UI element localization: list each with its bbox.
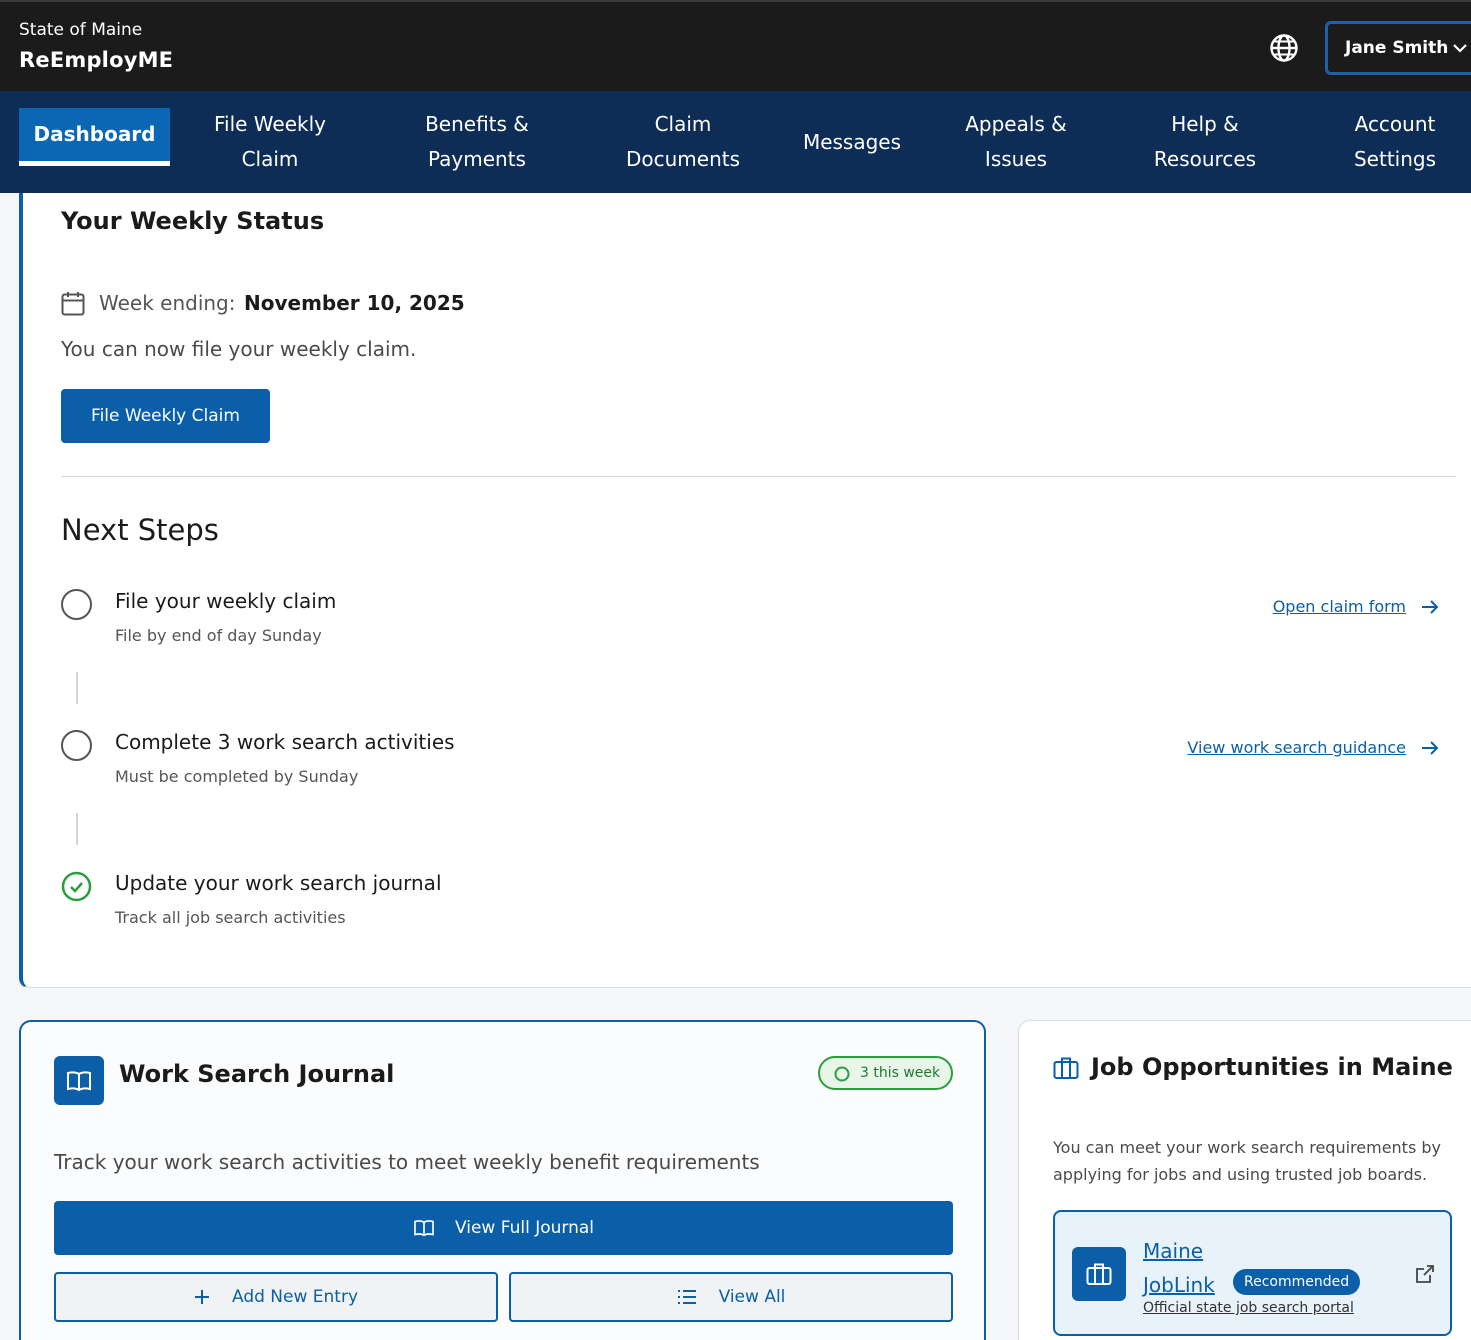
week-ending-date: November 10, 2025 <box>244 291 465 315</box>
add-new-entry-button[interactable]: Add New Entry <box>54 1272 498 1322</box>
globe-icon[interactable] <box>1268 32 1300 64</box>
chevron-down-icon <box>1453 44 1467 53</box>
step-subtitle: Must be completed by Sunday <box>115 767 359 786</box>
main-nav: Dashboard File Weekly Claim Benefits & P… <box>0 91 1471 193</box>
step-title: Update your work search journal <box>115 871 442 895</box>
nav-messages[interactable]: Messages <box>787 91 917 193</box>
step-title: File your weekly claim <box>115 589 337 613</box>
briefcase-icon <box>1072 1247 1126 1301</box>
calendar-icon <box>61 292 85 316</box>
book-icon <box>54 1056 104 1105</box>
top-header: State of Maine ReEmployME Jane Smith <box>0 0 1471 91</box>
view-full-journal-button[interactable]: View Full Journal <box>54 1201 953 1255</box>
nav-file-weekly-claim[interactable]: File Weekly Claim <box>190 91 350 193</box>
joblink-subtitle: Official state job search portal <box>1143 1300 1354 1316</box>
job-opportunities-card: Job Opportunities in Maine You can meet … <box>1018 1020 1471 1340</box>
step-pending-icon <box>61 730 92 761</box>
brand-state: State of Maine <box>19 20 143 40</box>
view-all-label: View All <box>718 1287 786 1307</box>
work-search-journal-card: Work Search Journal 3 this week Track yo… <box>19 1020 986 1340</box>
open-claim-form-link[interactable]: Open claim form <box>1203 597 1406 616</box>
job-opportunities-title: Job Opportunities in Maine <box>1091 1053 1453 1081</box>
step-subtitle: File by end of day Sunday <box>115 626 322 645</box>
book-icon <box>414 1220 434 1237</box>
file-weekly-claim-button[interactable]: File Weekly Claim <box>61 389 270 443</box>
nav-appeals-issues[interactable]: Appeals & Issues <box>936 91 1096 193</box>
weekly-count-text: 3 this week <box>860 1065 941 1081</box>
arrow-right-icon[interactable] <box>1421 599 1439 615</box>
journal-description: Track your work search activities to mee… <box>54 1150 760 1174</box>
weekly-status-card: Your Weekly Status Week ending: November… <box>19 193 1471 988</box>
view-full-journal-label: View Full Journal <box>454 1218 594 1238</box>
check-circle-icon <box>61 871 92 902</box>
weekly-count-badge: 3 this week <box>818 1056 953 1090</box>
week-ending-label: Week ending: <box>99 291 236 315</box>
step-connector <box>76 672 78 704</box>
journal-title: Work Search Journal <box>119 1060 395 1088</box>
recommended-badge: Recommended <box>1233 1269 1361 1295</box>
add-new-entry-label: Add New Entry <box>231 1287 359 1307</box>
next-steps-title: Next Steps <box>61 513 219 547</box>
user-name: Jane Smith <box>1345 38 1449 58</box>
briefcase-icon <box>1053 1057 1079 1079</box>
file-status-message: You can now file your weekly claim. <box>61 337 417 361</box>
arrow-right-icon[interactable] <box>1421 740 1439 756</box>
app-name[interactable]: ReEmployME <box>19 48 173 72</box>
nav-claim-documents[interactable]: Claim Documents <box>603 91 763 193</box>
nav-help-resources[interactable]: Help & Resources <box>1125 91 1285 193</box>
user-menu-button[interactable]: Jane Smith <box>1325 21 1471 75</box>
step-subtitle: Track all job search activities <box>115 908 346 927</box>
maine-joblink-link[interactable]: Maine JobLink <box>1143 1234 1233 1302</box>
nav-account-settings[interactable]: Account Settings <box>1320 91 1470 193</box>
weekly-status-title: Your Weekly Status <box>61 207 325 235</box>
section-divider <box>61 476 1456 477</box>
maine-joblink-card[interactable]: Maine JobLink Recommended Official state… <box>1053 1210 1452 1336</box>
view-all-button[interactable]: View All <box>509 1272 953 1322</box>
nav-dashboard[interactable]: Dashboard <box>19 108 170 166</box>
step-pending-icon <box>61 589 92 620</box>
view-work-search-guidance-link[interactable]: View work search guidance <box>1143 738 1406 757</box>
external-link-icon[interactable] <box>1415 1264 1435 1284</box>
list-icon <box>677 1290 696 1304</box>
step-connector <box>76 813 78 845</box>
nav-benefits-payments[interactable]: Benefits & Payments <box>387 91 567 193</box>
circle-icon <box>834 1066 850 1082</box>
step-title: Complete 3 work search activities <box>115 730 455 754</box>
job-opportunities-description: You can meet your work search requiremen… <box>1053 1138 1441 1184</box>
plus-icon <box>194 1290 209 1304</box>
